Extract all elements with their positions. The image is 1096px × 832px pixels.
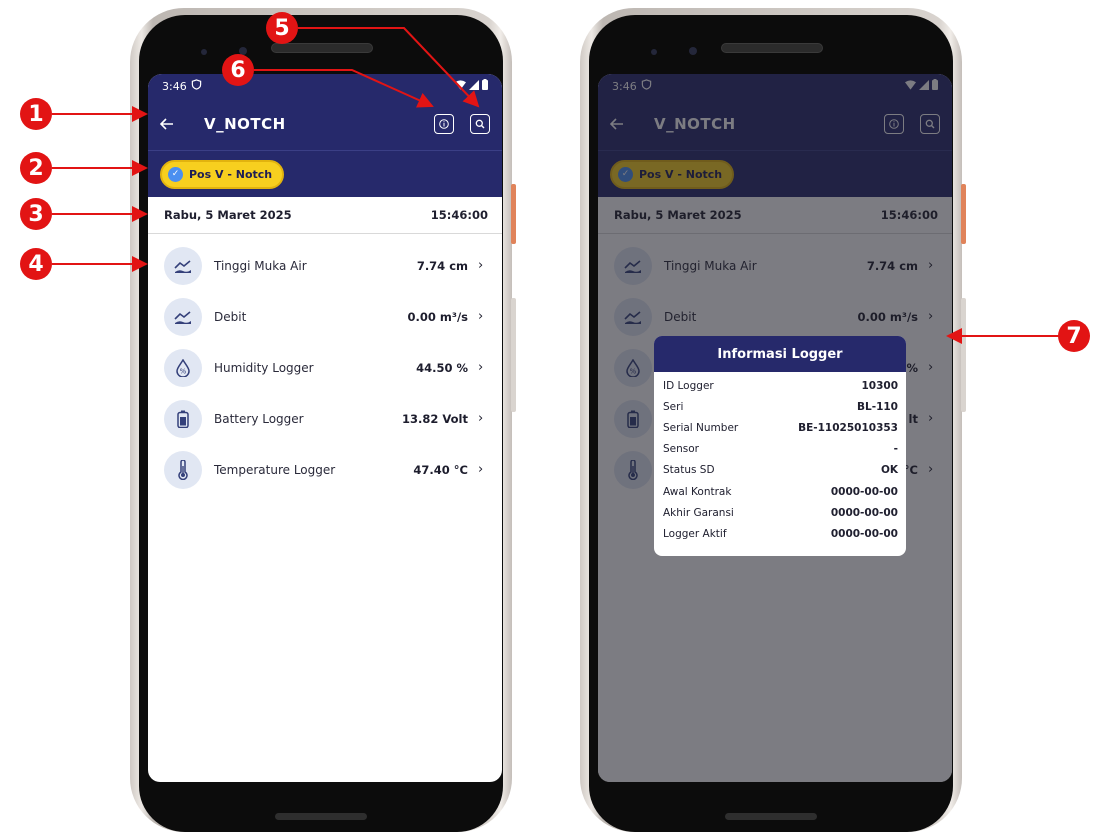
callout-6-arrow — [254, 69, 434, 108]
callout-4: 4 — [20, 248, 52, 280]
callout-5-arrow — [298, 27, 480, 108]
callout-3: 3 — [20, 198, 52, 230]
callout-6: 6 — [222, 54, 254, 86]
callout-7: 7 — [1058, 320, 1090, 352]
callout-5: 5 — [266, 12, 298, 44]
callout-2: 2 — [20, 152, 52, 184]
annotation-arrows — [52, 27, 1060, 344]
callout-1: 1 — [20, 98, 52, 130]
